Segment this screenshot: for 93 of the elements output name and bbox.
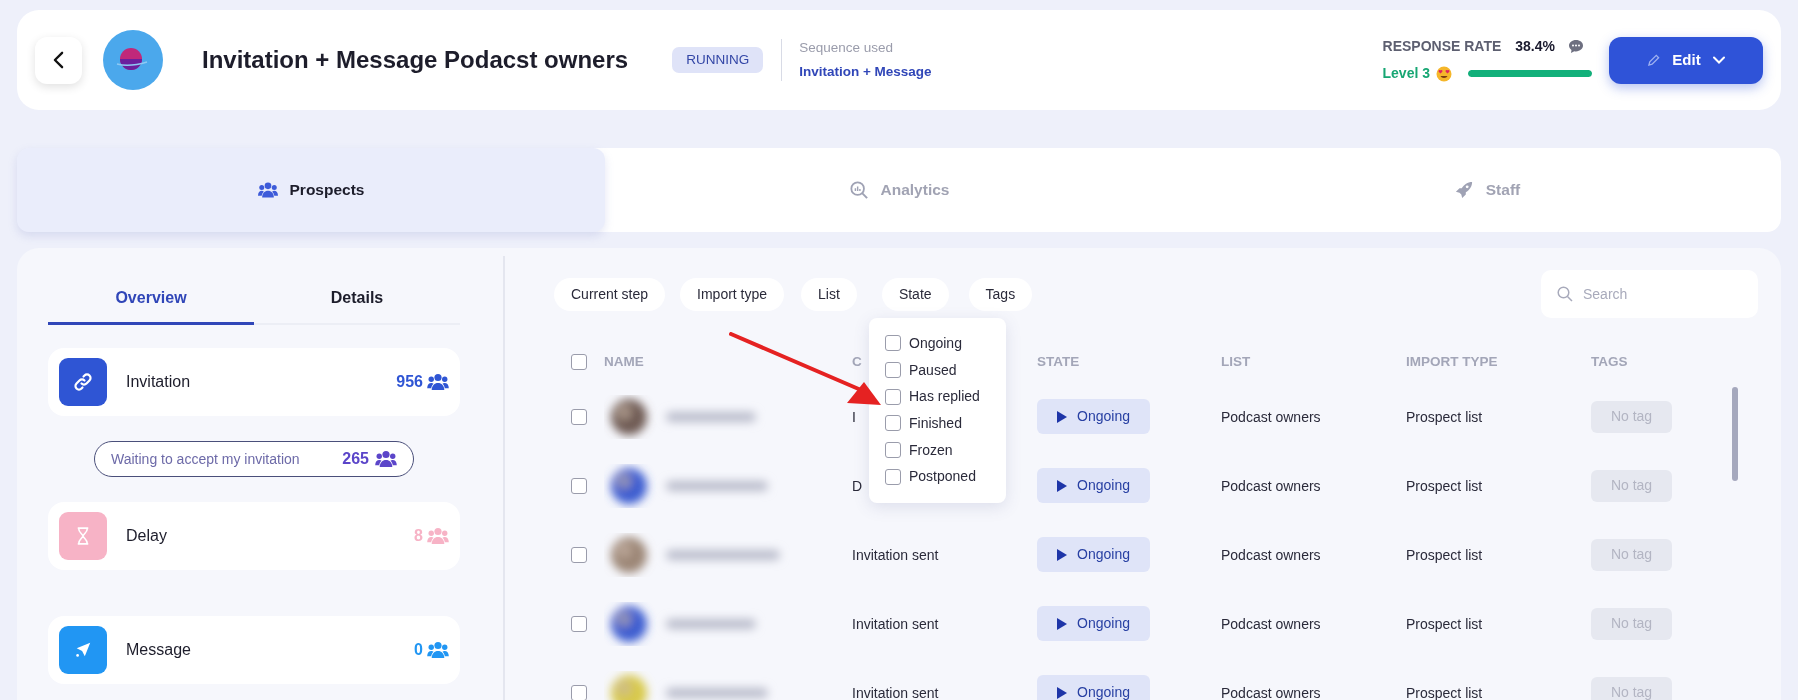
section-tab[interactable]: Prospects — [17, 148, 605, 232]
filter-chip[interactable]: Import type — [680, 277, 785, 311]
checkbox[interactable] — [571, 477, 587, 494]
play-icon — [1057, 479, 1068, 492]
play-icon — [1057, 410, 1068, 423]
scrollbar-thumb[interactable] — [1732, 387, 1738, 481]
checkbox[interactable] — [885, 388, 901, 405]
waiting-step-label: Waiting to accept my invitation — [111, 449, 300, 469]
play-icon — [1057, 548, 1068, 561]
list-text: Podcast owners — [1221, 615, 1321, 632]
state-badge: Ongoing — [1037, 537, 1150, 572]
state-option[interactable]: Has replied — [885, 383, 1006, 411]
waiting-step-count: 265 — [342, 449, 369, 469]
checkbox[interactable] — [571, 615, 587, 632]
campaign-title: Invitation + Message Podacst owners — [202, 45, 629, 75]
list-text: Podcast owners — [1221, 477, 1321, 494]
current-step-text: I — [852, 408, 856, 425]
import-type-text: Prospect list — [1406, 546, 1483, 563]
status-badge: RUNNING — [672, 47, 764, 73]
step-count: 956 — [396, 372, 423, 392]
current-step-text: Invitation sent — [852, 546, 939, 563]
checkbox[interactable] — [885, 442, 901, 459]
state-option[interactable]: Paused — [885, 356, 1006, 384]
checkbox[interactable] — [885, 335, 901, 352]
search-icon — [1557, 286, 1573, 302]
view-tab[interactable]: Overview — [48, 256, 254, 325]
column-header: C — [852, 352, 862, 371]
checkbox[interactable] — [571, 354, 587, 370]
state-option[interactable]: Finished — [885, 410, 1006, 437]
waiting-step-pill[interactable]: Waiting to accept my invitation 265 — [94, 441, 414, 477]
chat-icon — [1569, 40, 1583, 53]
column-header: NAME — [604, 352, 644, 371]
import-type-text: Prospect list — [1406, 477, 1483, 494]
step-card[interactable]: Delay 8 — [48, 502, 460, 570]
people-icon — [427, 641, 449, 659]
campaign-avatar — [103, 30, 163, 90]
step-card[interactable]: Invitation 956 — [48, 348, 460, 416]
magnifier-chart-icon — [848, 181, 869, 199]
back-icon — [53, 51, 64, 69]
state-option[interactable]: Postponed — [885, 463, 1006, 491]
heart-eyes-emoji-icon — [1436, 65, 1452, 82]
view-tab[interactable]: Details — [254, 256, 460, 325]
people-icon — [427, 373, 449, 391]
response-rate-value: 38.4% — [1515, 37, 1555, 56]
play-icon — [1057, 686, 1068, 699]
column-header: STATE — [1037, 352, 1080, 371]
people-icon — [257, 181, 278, 199]
people-icon — [427, 527, 449, 545]
filter-chip[interactable]: Tags — [968, 277, 1033, 311]
pencil-icon — [1647, 53, 1661, 67]
search-field[interactable]: Search — [1541, 270, 1758, 318]
column-header: LIST — [1221, 352, 1251, 371]
state-option[interactable]: Frozen — [885, 436, 1006, 464]
import-type-text: Prospect list — [1406, 684, 1483, 700]
chevron-down-icon — [1712, 56, 1725, 64]
sequence-link[interactable]: Invitation + Message — [799, 61, 932, 82]
state-option[interactable]: Ongoing — [885, 330, 1006, 357]
step-label: Delay — [126, 526, 167, 546]
checkbox[interactable] — [885, 362, 901, 379]
filter-chip[interactable]: State — [881, 277, 949, 311]
filter-chip[interactable]: List — [801, 277, 857, 311]
list-text: Podcast owners — [1221, 684, 1321, 700]
column-header: IMPORT TYPE — [1406, 352, 1498, 371]
sequence-label: Sequence used — [799, 39, 894, 58]
back-button[interactable] — [35, 36, 82, 84]
checkbox[interactable] — [885, 415, 901, 432]
list-text: Podcast owners — [1221, 546, 1321, 563]
column-header: TAGS — [1591, 352, 1628, 371]
step-count: 0 — [414, 640, 423, 660]
state-badge: Ongoing — [1037, 675, 1150, 700]
current-step-text: D — [852, 477, 863, 494]
list-text: Podcast owners — [1221, 408, 1321, 425]
state-badge: Ongoing — [1037, 468, 1150, 503]
step-card[interactable]: Message 0 — [48, 616, 460, 684]
import-type-text: Prospect list — [1406, 615, 1483, 632]
state-badge: Ongoing — [1037, 606, 1150, 641]
step-label: Invitation — [126, 372, 191, 392]
response-rate-label: RESPONSE RATE — [1382, 37, 1502, 56]
step-label: Message — [126, 640, 191, 660]
edit-button[interactable]: Edit — [1609, 36, 1763, 84]
step-count: 8 — [414, 526, 423, 546]
current-step-text: Invitation sent — [852, 684, 939, 700]
rocket-icon — [1453, 181, 1474, 199]
checkbox[interactable] — [571, 408, 587, 425]
checkbox[interactable] — [571, 546, 587, 563]
import-type-text: Prospect list — [1406, 408, 1483, 425]
checkbox[interactable] — [571, 684, 587, 700]
state-badge: Ongoing — [1037, 399, 1150, 434]
play-icon — [1057, 617, 1068, 630]
filter-chip[interactable]: Current step — [554, 277, 666, 311]
level-label: Level 3 — [1382, 64, 1430, 83]
current-step-text: Invitation sent — [852, 615, 939, 632]
checkbox[interactable] — [885, 468, 901, 485]
